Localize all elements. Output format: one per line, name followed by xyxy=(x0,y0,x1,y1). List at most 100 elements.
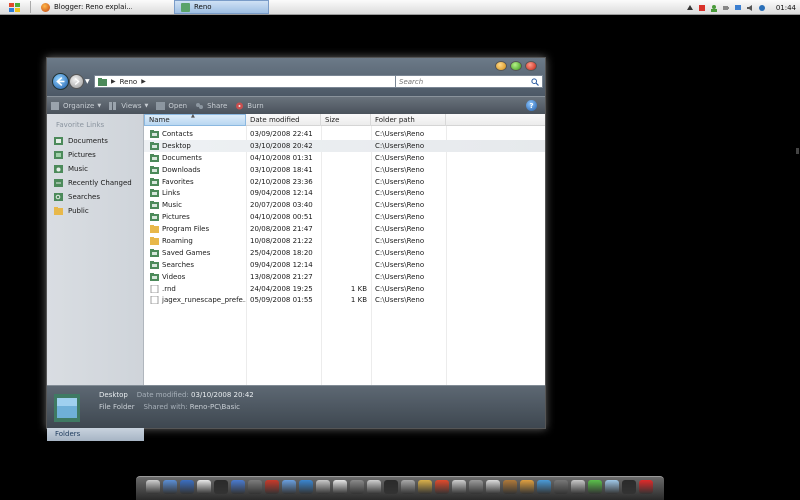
table-row[interactable]: Saved Games 25/04/2008 18:20 C:\Users\Reno xyxy=(144,247,545,259)
table-row[interactable]: .rnd 24/04/2008 19:25 1 KB C:\Users\Reno xyxy=(144,283,545,295)
start-button[interactable] xyxy=(4,1,26,14)
cell-name: Saved Games xyxy=(144,248,246,257)
folder-icon xyxy=(150,189,159,198)
table-row[interactable]: Searches 09/04/2008 12:14 C:\Users\Reno xyxy=(144,259,545,271)
dock-app-icon[interactable] xyxy=(163,480,177,494)
network-icon[interactable] xyxy=(734,4,742,12)
dock-app-icon[interactable] xyxy=(197,480,211,494)
column-header-path[interactable]: Folder path xyxy=(371,114,446,126)
details-date-value: 03/10/2008 20:42 xyxy=(190,391,254,399)
nav-item-pictures[interactable]: Pictures xyxy=(47,148,143,162)
dock-app-icon[interactable] xyxy=(605,480,619,494)
cell-date: 04/10/2008 00:51 xyxy=(250,213,313,222)
chevron-right-icon[interactable]: ▶ xyxy=(141,78,146,85)
dock-app-icon[interactable] xyxy=(503,480,517,494)
views-button[interactable]: Views ▼ xyxy=(105,97,152,115)
nav-item-searches[interactable]: Searches xyxy=(47,190,143,204)
dock-app-icon[interactable] xyxy=(588,480,602,494)
column-header-name[interactable]: ▲ Name xyxy=(144,113,246,126)
security-icon[interactable] xyxy=(698,4,706,12)
dock-app-icon[interactable] xyxy=(435,480,449,494)
dock-app-icon[interactable] xyxy=(316,480,330,494)
close-button[interactable] xyxy=(525,61,537,71)
share-button[interactable]: Share xyxy=(191,97,231,115)
clock[interactable]: 01:44 xyxy=(776,4,796,12)
dock-app-icon[interactable] xyxy=(537,480,551,494)
dock-app-icon[interactable] xyxy=(401,480,415,494)
open-button[interactable]: Open xyxy=(152,97,191,115)
app-tray-icon[interactable] xyxy=(758,4,766,12)
dock-app-icon[interactable] xyxy=(367,480,381,494)
dock-app-icon[interactable] xyxy=(265,480,279,494)
taskbar-item-reno[interactable]: Reno xyxy=(174,0,269,14)
table-row[interactable]: Pictures 04/10/2008 00:51 C:\Users\Reno xyxy=(144,211,545,223)
dock-app-icon[interactable] xyxy=(282,480,296,494)
dock-app-icon[interactable] xyxy=(554,480,568,494)
cell-date: 24/04/2008 19:25 xyxy=(250,284,313,293)
table-row[interactable]: Favorites 02/10/2008 23:36 C:\Users\Reno xyxy=(144,176,545,188)
sort-ascending-icon: ▲ xyxy=(191,113,195,119)
battery-icon[interactable] xyxy=(722,4,730,12)
taskbar: Blogger: Reno explai... Reno 01:44 xyxy=(0,0,800,15)
nav-item-recently-changed[interactable]: Recently Changed xyxy=(47,176,143,190)
table-row[interactable]: Roaming 10/08/2008 21:22 C:\Users\Reno xyxy=(144,235,545,247)
dock-app-icon[interactable] xyxy=(418,480,432,494)
table-row[interactable]: Links 09/04/2008 12:14 C:\Users\Reno xyxy=(144,187,545,199)
dock-app-icon[interactable] xyxy=(231,480,245,494)
nav-item-documents[interactable]: Documents xyxy=(47,134,143,148)
table-row[interactable]: Music 20/07/2008 03:40 C:\Users\Reno xyxy=(144,199,545,211)
forward-button[interactable] xyxy=(69,74,84,89)
cell-date: 20/08/2008 21:47 xyxy=(250,225,313,234)
search-input[interactable] xyxy=(399,77,525,86)
organize-button[interactable]: Organize ▼ xyxy=(47,97,105,115)
dock-app-icon[interactable] xyxy=(146,480,160,494)
desktop-folder-icon xyxy=(54,394,80,422)
dock-app-icon[interactable] xyxy=(622,480,636,494)
cell-path: C:\Users\Reno xyxy=(375,296,425,305)
column-header-size[interactable]: Size xyxy=(321,114,371,126)
history-dropdown-icon[interactable]: ▼ xyxy=(85,78,92,85)
organize-icon xyxy=(51,101,59,110)
dock-app-icon[interactable] xyxy=(214,480,228,494)
nav-item-music[interactable]: Music xyxy=(47,162,143,176)
burn-button[interactable]: Burn xyxy=(231,97,267,115)
address-bar[interactable]: ▶ Reno ▶ ▼ xyxy=(94,75,420,88)
table-row[interactable]: Downloads 03/10/2008 18:41 C:\Users\Reno xyxy=(144,164,545,176)
dock-app-icon[interactable] xyxy=(180,480,194,494)
volume-icon[interactable] xyxy=(746,4,754,12)
table-row[interactable]: Documents 04/10/2008 01:31 C:\Users\Reno xyxy=(144,152,545,164)
folders-toggle[interactable]: Folders xyxy=(47,426,144,441)
table-row[interactable]: Contacts 03/09/2008 22:41 C:\Users\Reno xyxy=(144,128,545,140)
cell-date: 25/04/2008 18:20 xyxy=(250,248,313,257)
table-row[interactable]: Videos 13/08/2008 21:27 C:\Users\Reno xyxy=(144,271,545,283)
search-box[interactable] xyxy=(395,75,543,88)
table-row[interactable]: Program Files 20/08/2008 21:47 C:\Users\Re… xyxy=(144,223,545,235)
dock-app-icon[interactable] xyxy=(469,480,483,494)
dock-app-icon[interactable] xyxy=(384,480,398,494)
dock-app-icon[interactable] xyxy=(452,480,466,494)
cell-name: Documents xyxy=(144,153,246,162)
chevron-right-icon[interactable]: ▶ xyxy=(111,78,116,85)
folder-icon xyxy=(150,248,159,257)
maximize-button[interactable] xyxy=(510,61,522,71)
dock-app-icon[interactable] xyxy=(571,480,585,494)
help-button[interactable]: ? xyxy=(526,100,537,111)
search-icon[interactable] xyxy=(531,78,539,86)
dock-app-icon[interactable] xyxy=(639,480,653,494)
dock-app-icon[interactable] xyxy=(333,480,347,494)
taskbar-item-blogger[interactable]: Blogger: Reno explai... xyxy=(35,0,132,14)
arrow-up-icon[interactable] xyxy=(686,4,694,12)
dock-app-icon[interactable] xyxy=(299,480,313,494)
column-header-date[interactable]: Date modified xyxy=(246,114,321,126)
nav-item-public[interactable]: Public xyxy=(47,204,143,218)
minimize-button[interactable] xyxy=(495,61,507,71)
dock-app-icon[interactable] xyxy=(520,480,534,494)
table-row[interactable]: jagex_runescape_prefe... 05/09/2008 01:55… xyxy=(144,294,545,306)
breadcrumb-reno[interactable]: Reno xyxy=(120,78,138,86)
dock-app-icon[interactable] xyxy=(486,480,500,494)
dock-app-icon[interactable] xyxy=(248,480,262,494)
user-icon[interactable] xyxy=(710,4,718,12)
back-button[interactable] xyxy=(52,73,69,90)
table-row[interactable]: Desktop 03/10/2008 20:42 C:\Users\Reno xyxy=(144,139,545,152)
dock-app-icon[interactable] xyxy=(350,480,364,494)
